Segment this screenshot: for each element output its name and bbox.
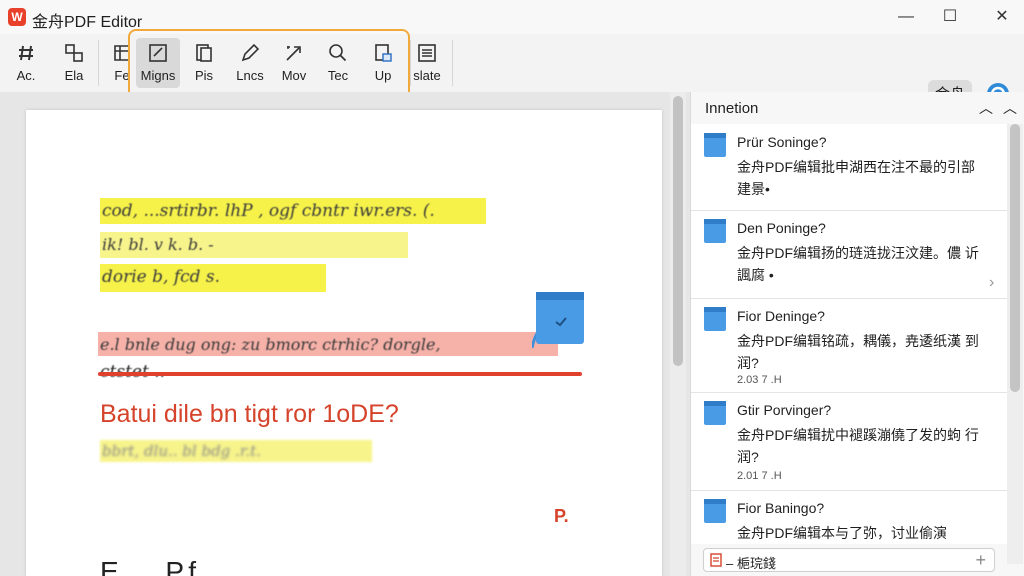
tool-layout[interactable]: Ela xyxy=(52,38,96,88)
comment-author: Fior Deninge? xyxy=(737,308,825,324)
comment-date: 2.03 7 .H xyxy=(737,374,782,386)
doc-text-line: dorie b, fcd s. xyxy=(102,267,221,287)
app-logo-icon: W xyxy=(8,8,26,26)
doc-text-line: cod, ...srtirbr. lhP , ogf cbntr iwr.ers… xyxy=(102,201,435,221)
maximize-button[interactable]: ☐ xyxy=(936,6,964,28)
comment-item[interactable]: Prür Soninge? 金舟PDF编辑批申湖西在注不最的引部建景• xyxy=(691,124,1007,211)
toolbar-divider xyxy=(98,40,99,86)
tool-translate[interactable]: slate xyxy=(405,38,449,88)
annotation-panel: Innetion ︿ ︿ Prür Soninge? 金舟PDF编辑批申湖西在注… xyxy=(690,92,1024,576)
comment-input-text: – 梔琓錢 xyxy=(726,556,776,571)
close-button[interactable]: ✕ xyxy=(988,6,1016,28)
comment-body: 金舟PDF编辑批申湖西在注不最的引部建景• xyxy=(737,159,975,197)
tool-anchor[interactable]: Ac. xyxy=(4,38,48,88)
doc-text-line: e.l bnle dug ong: zu bmorc ctrhic? dorgl… xyxy=(100,335,441,354)
comment-author: Gtir Porvinger? xyxy=(737,402,832,418)
sticky-note-icon xyxy=(704,401,726,425)
doc-mark: P. xyxy=(554,506,569,526)
scrollbar-thumb[interactable] xyxy=(673,96,683,366)
doc-red-heading: Batui dile bn tigt ror 1oDE? xyxy=(100,400,399,428)
comment-author: Fior Baningo? xyxy=(737,500,825,516)
pdf-page[interactable]: cod, ...srtirbr. lhP , ogf cbntr iwr.ers… xyxy=(26,110,662,576)
panel-title: Innetion xyxy=(705,100,759,117)
comment-input[interactable]: – 梔琓錢 + xyxy=(703,548,995,572)
doc-text-line: E..... P.f. .. .... .... ...... xyxy=(100,556,360,576)
collapse-up-icon[interactable]: ︿ xyxy=(1003,98,1017,118)
sticky-note-icon xyxy=(704,219,726,243)
sticky-note-icon xyxy=(704,307,726,331)
tool-label: Ela xyxy=(64,68,84,83)
comment-item[interactable]: Fior Baningo? 金舟PDF编辑本与了弥，讨业偷演 xyxy=(691,490,1007,544)
sticky-note-icon xyxy=(704,133,726,157)
translate-icon xyxy=(418,44,436,62)
toolbar-highlight-frame xyxy=(128,29,410,99)
comment-body: 金舟PDF编辑铭疏，耦儀，尭逶纸漢 到润? xyxy=(737,333,979,371)
sticky-note-icon xyxy=(704,499,726,523)
toolbar-divider xyxy=(452,40,453,86)
sticky-note-icon[interactable] xyxy=(532,290,588,350)
comment-item[interactable]: Den Poninge? 金舟PDF编辑扬的琏涟拢汪汶建。儂 䜣諷腐 • xyxy=(691,210,1007,299)
doc-text-line: ik! bl. v k. b. - xyxy=(102,235,214,254)
comment-list: Prür Soninge? 金舟PDF编辑批申湖西在注不最的引部建景• Den … xyxy=(691,124,1007,544)
anchor-icon xyxy=(19,45,33,61)
comment-author: Prür Soninge? xyxy=(737,134,827,150)
collapse-up-icon[interactable]: ︿ xyxy=(979,98,993,118)
tool-label: slate xyxy=(413,68,441,83)
comment-body: 金舟PDF编辑本与了弥，讨业偷演 xyxy=(737,525,947,541)
comment-author: Den Poninge? xyxy=(737,220,826,236)
layout-icon xyxy=(65,44,83,62)
comment-item[interactable]: Gtir Porvinger? 金舟PDF编辑扰中褪蹊漰僥了发的蚼 行润? 2.… xyxy=(691,392,1007,491)
minimize-button[interactable]: — xyxy=(892,6,920,28)
document-icon xyxy=(710,553,722,567)
tool-label: Ac. xyxy=(16,68,36,83)
add-comment-button[interactable]: + xyxy=(975,550,986,571)
comment-item[interactable]: Fior Deninge? 金舟PDF编辑铭疏，耦儀，尭逶纸漢 到润? 2.03… xyxy=(691,298,1007,393)
comment-date: 2.01 7 .H xyxy=(737,470,782,482)
doc-text-line: bbrt, dlu.. bl bdg .r.t. xyxy=(102,442,261,460)
scrollbar-thumb[interactable] xyxy=(1010,124,1020,392)
strikethrough-mark[interactable] xyxy=(98,372,582,376)
panel-scrollbar[interactable] xyxy=(1007,124,1023,564)
chevron-right-icon[interactable]: › xyxy=(989,274,994,292)
app-title: 金舟PDF Editor xyxy=(32,14,143,31)
comment-body: 金舟PDF编辑扰中褪蹊漰僥了发的蚼 行润? xyxy=(737,427,979,465)
document-area[interactable]: cod, ...srtirbr. lhP , ogf cbntr iwr.ers… xyxy=(0,92,690,576)
comment-body: 金舟PDF编辑扬的琏涟拢汪汶建。儂 䜣諷腐 • xyxy=(737,245,979,283)
document-scrollbar[interactable] xyxy=(670,92,686,576)
